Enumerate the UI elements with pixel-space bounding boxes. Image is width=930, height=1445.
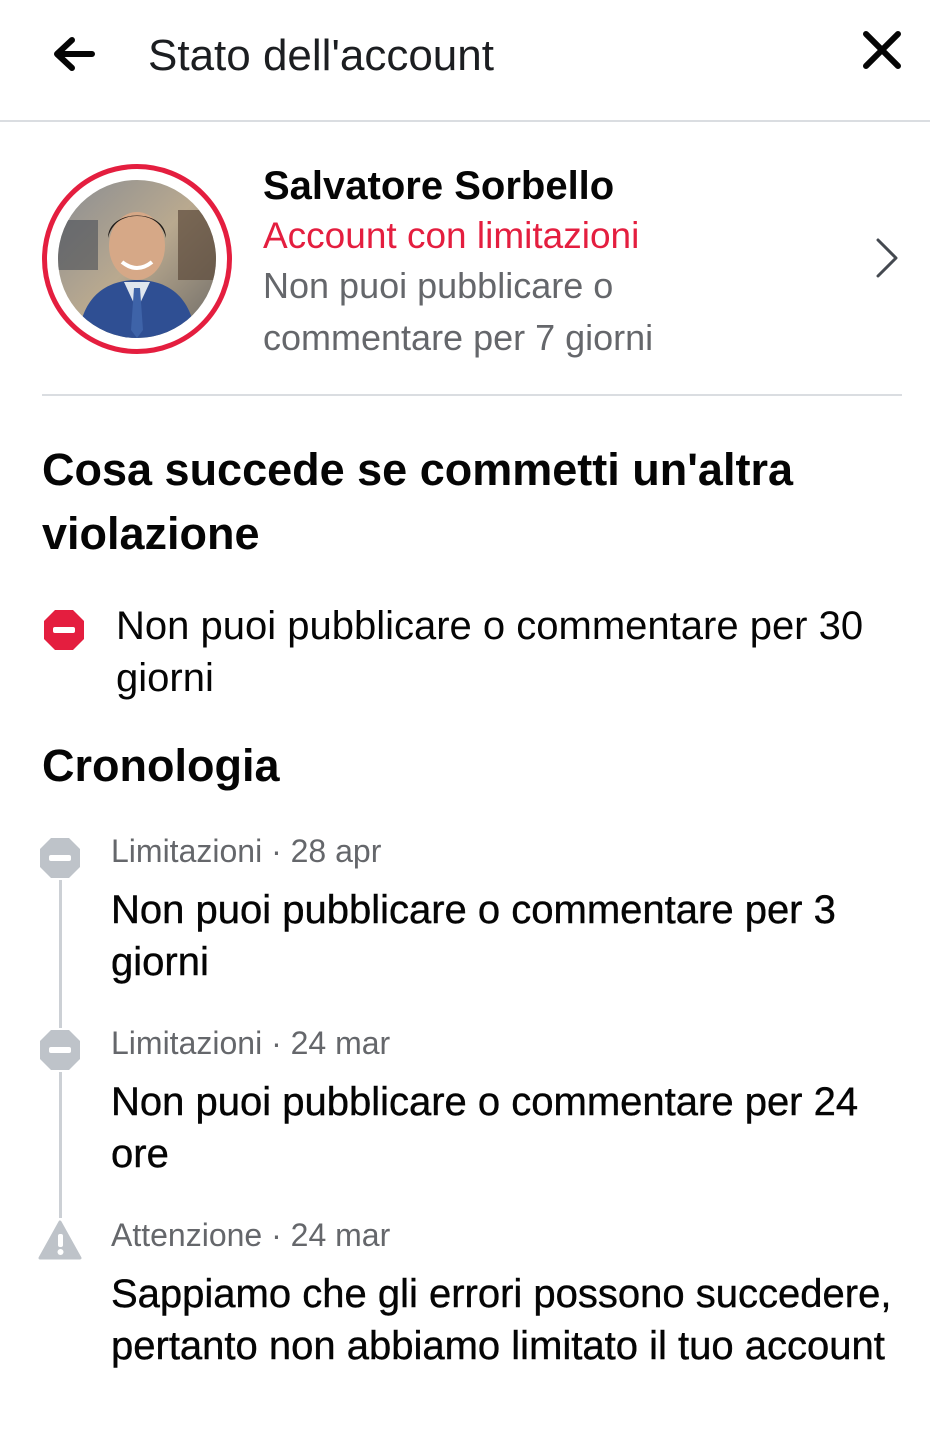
divider [42,394,902,396]
profile-card[interactable]: Salvatore Sorbello Account con limitazio… [0,140,930,380]
restriction-icon [38,836,82,880]
history-heading: Cronologia [42,740,280,791]
close-icon [863,31,901,69]
history-item-meta: Attenzione · 24 mar [111,1217,391,1253]
close-button[interactable] [852,20,912,80]
arrow-left-icon [54,37,95,71]
history-item-text: Non puoi pubblicare o commentare per 3 g… [111,888,836,984]
next-violation-heading: Cosa succede se commetti un'altra violaz… [42,444,793,559]
top-bar: Stato dell'account [0,0,930,122]
chevron-right-icon [876,238,898,278]
account-status-page: Stato dell'account Salvatore Sorbello Ac… [0,0,930,1445]
next-violation-item: Non puoi pubblicare o commentare per 30 … [42,600,902,710]
avatar-ring [42,164,232,354]
restriction-icon [38,1028,82,1072]
history-item-meta: Limitazioni · 28 apr [111,833,382,869]
history-item: Attenzione · 24 mar Sappiamo che gli err… [0,1214,930,1434]
back-button[interactable] [46,26,102,82]
page-title: Stato dell'account [148,31,494,80]
profile-name: Salvatore Sorbello [263,164,615,208]
next-violation-text: Non puoi pubblicare o commentare per 30 … [116,604,864,700]
history-item-meta: Limitazioni · 24 mar [111,1025,391,1061]
warning-icon [38,1218,82,1262]
history-item: Limitazioni · 28 apr Non puoi pubblicare… [0,830,930,1000]
stop-icon [44,610,84,650]
history-item: Limitazioni · 24 mar Non puoi pubblicare… [0,1022,930,1192]
account-status-label: Account con limitazioni [263,215,640,256]
history-item-text: Sappiamo che gli errori possono succeder… [111,1272,892,1368]
avatar [58,180,216,338]
restriction-description: Non puoi pubblicare o commentare per 7 g… [263,265,654,358]
history-item-text: Non puoi pubblicare o commentare per 24 … [111,1080,859,1176]
